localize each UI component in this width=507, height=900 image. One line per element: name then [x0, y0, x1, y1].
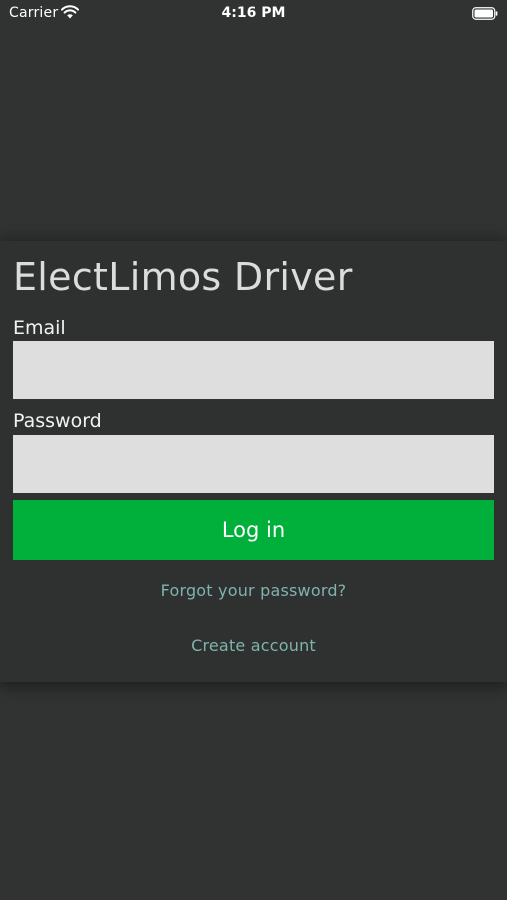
- create-account-link[interactable]: Create account: [0, 636, 507, 655]
- password-field[interactable]: [13, 435, 494, 493]
- email-field[interactable]: [13, 341, 494, 399]
- login-screen: Carrier 4:16 PM ElectLimos Driver Email …: [0, 0, 507, 900]
- login-card: ElectLimos Driver Email Password Log in …: [0, 241, 507, 682]
- forgot-password-link[interactable]: Forgot your password?: [0, 581, 507, 600]
- app-title: ElectLimos Driver: [13, 255, 353, 299]
- status-bar: Carrier 4:16 PM: [0, 0, 507, 28]
- email-label: Email: [13, 317, 66, 339]
- password-label: Password: [13, 410, 102, 432]
- login-button[interactable]: Log in: [13, 500, 494, 560]
- battery-icon: [472, 7, 498, 20]
- status-time: 4:16 PM: [221, 5, 286, 21]
